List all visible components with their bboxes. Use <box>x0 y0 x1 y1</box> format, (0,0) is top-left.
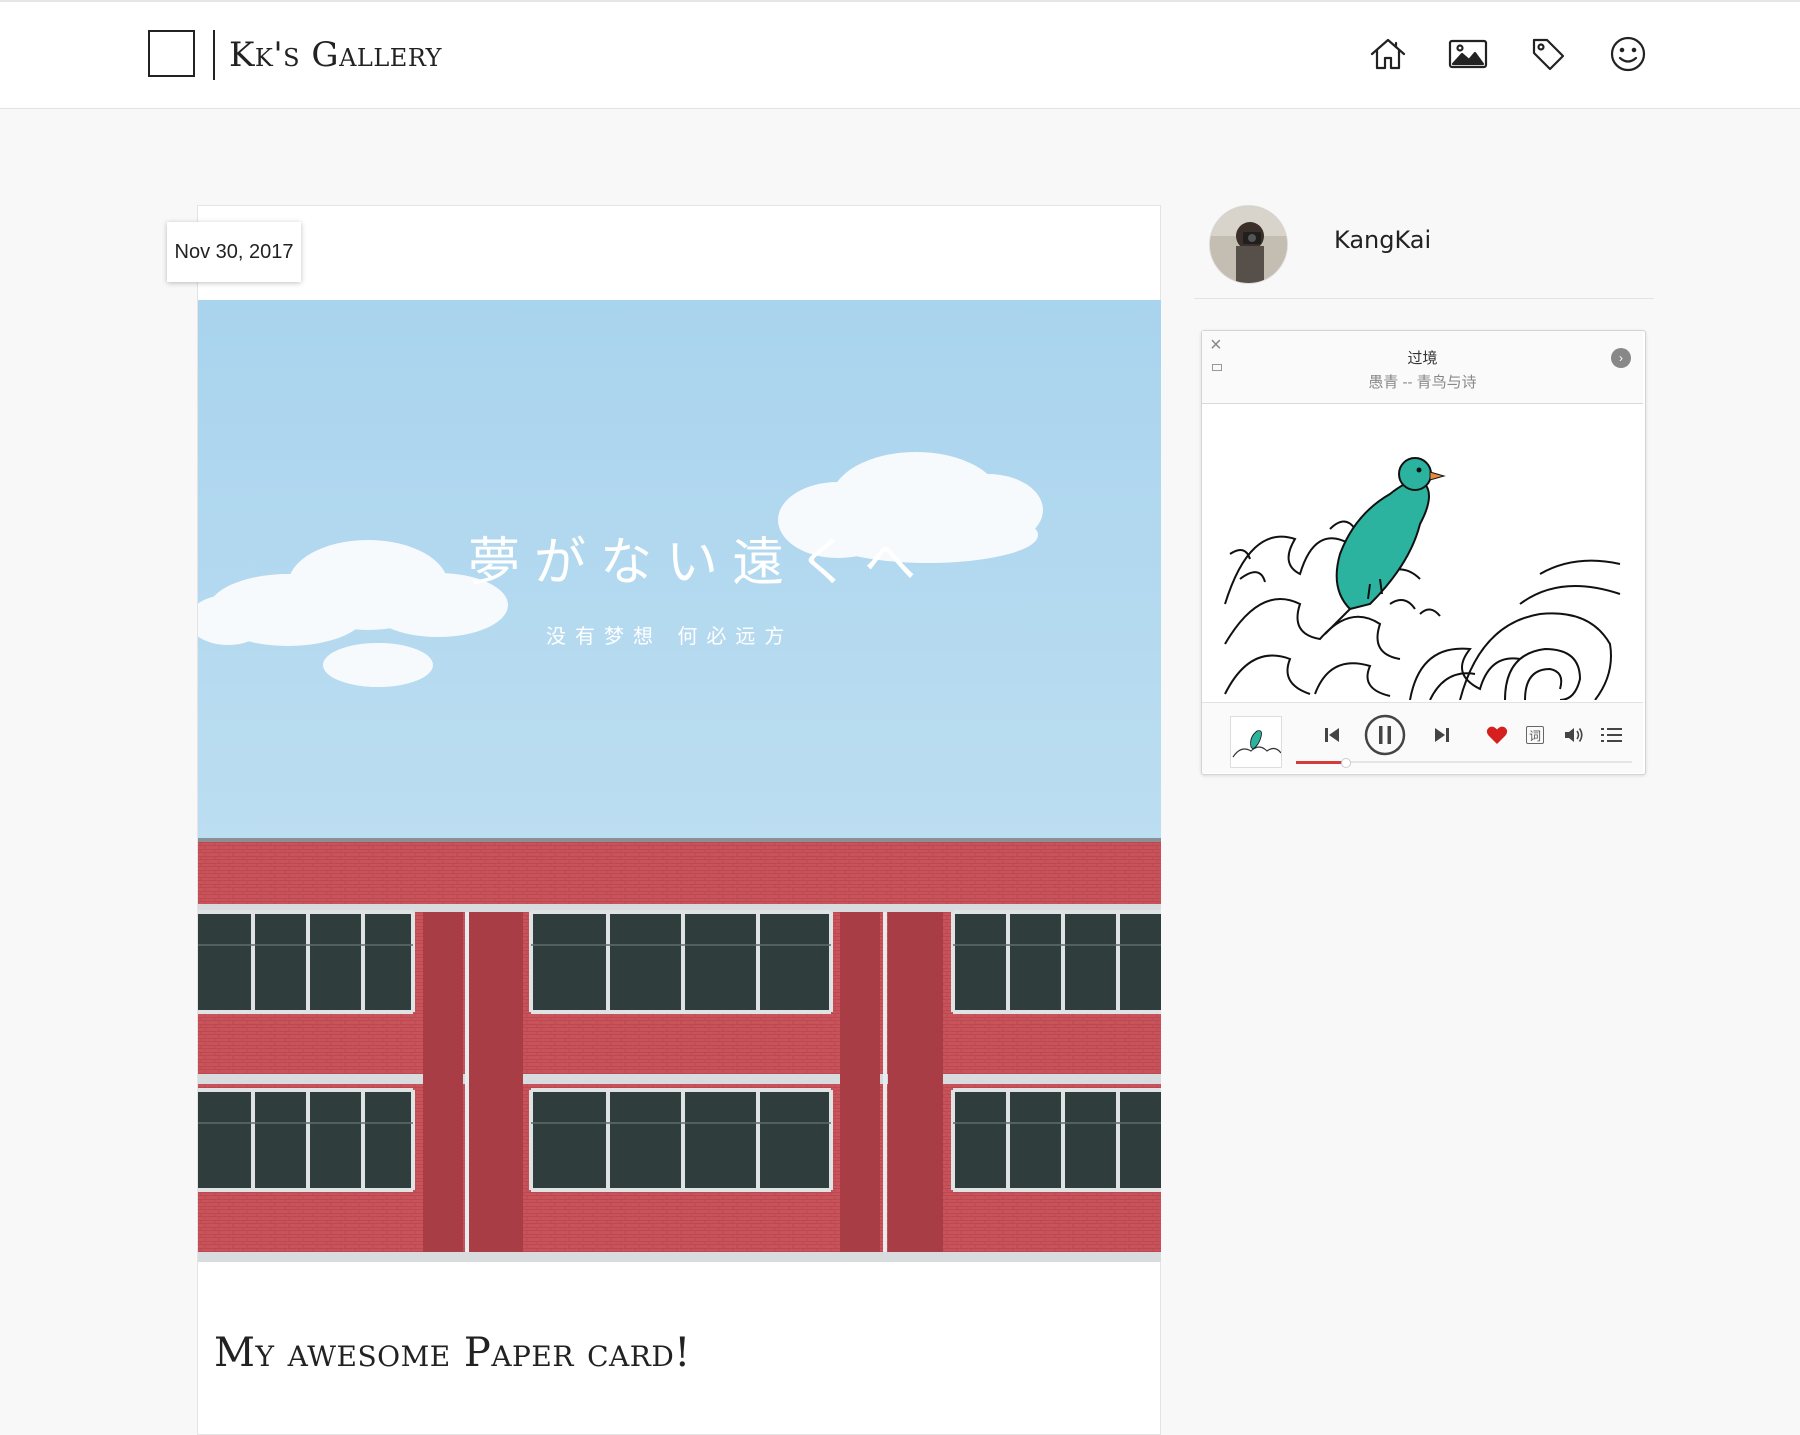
nav-tags-button[interactable] <box>1526 32 1570 76</box>
site-title[interactable]: Kk's Gallery <box>229 34 442 76</box>
progress-bar[interactable] <box>1296 758 1632 768</box>
volume-icon <box>1565 728 1583 742</box>
music-player: × 过境 愚青 -- 青鸟与诗 › 词 <box>1201 330 1646 775</box>
heart-icon <box>1486 726 1508 744</box>
home-icon <box>1370 38 1406 70</box>
image-caption: 夢がない遠くへ <box>468 533 930 593</box>
player-header: × 过境 愚青 -- 青鸟与诗 › <box>1202 331 1643 404</box>
playlist-button[interactable] <box>1600 724 1624 746</box>
sidebar-divider <box>1194 298 1654 299</box>
logo-separator <box>213 30 215 80</box>
logo-box[interactable] <box>148 30 195 77</box>
lyrics-button[interactable]: 词 <box>1524 724 1546 746</box>
nav-about-button[interactable] <box>1606 32 1650 76</box>
pause-button[interactable] <box>1364 714 1406 756</box>
pause-icon <box>1364 714 1406 756</box>
progress-knob[interactable] <box>1341 758 1351 768</box>
author-name[interactable]: KangKai <box>1334 226 1431 254</box>
album-art <box>1220 404 1625 700</box>
post-image[interactable]: 夢がない遠くへ 没有梦想 何必远方 <box>198 300 1161 1262</box>
smiley-icon <box>1610 36 1646 72</box>
image-subcaption: 没有梦想 何必远方 <box>546 624 793 648</box>
player-controls: 词 <box>1202 702 1643 773</box>
post-title[interactable]: My awesome Paper card! <box>214 1328 691 1378</box>
post-date: Nov 30, 2017 <box>167 222 301 282</box>
open-song-icon[interactable]: › <box>1611 348 1631 368</box>
next-icon <box>1435 728 1449 742</box>
volume-button[interactable] <box>1562 724 1586 746</box>
song-artist: 愚青 -- 青鸟与诗 <box>1368 374 1477 391</box>
previous-button[interactable] <box>1320 723 1344 747</box>
previous-icon <box>1325 728 1339 742</box>
tag-icon <box>1532 38 1565 71</box>
nav-gallery-button[interactable] <box>1446 32 1490 76</box>
nav-home-button[interactable] <box>1366 32 1410 76</box>
song-title: 过境 <box>1407 350 1438 367</box>
lyrics-icon: 词 <box>1526 726 1544 744</box>
album-thumbnail[interactable] <box>1230 716 1282 768</box>
playlist-icon <box>1601 728 1622 742</box>
progress-fill <box>1296 761 1343 764</box>
avatar[interactable] <box>1209 205 1288 284</box>
image-icon <box>1448 39 1488 69</box>
next-button[interactable] <box>1430 723 1454 747</box>
like-button[interactable] <box>1486 724 1508 746</box>
site-header: Kk's Gallery <box>0 2 1800 109</box>
